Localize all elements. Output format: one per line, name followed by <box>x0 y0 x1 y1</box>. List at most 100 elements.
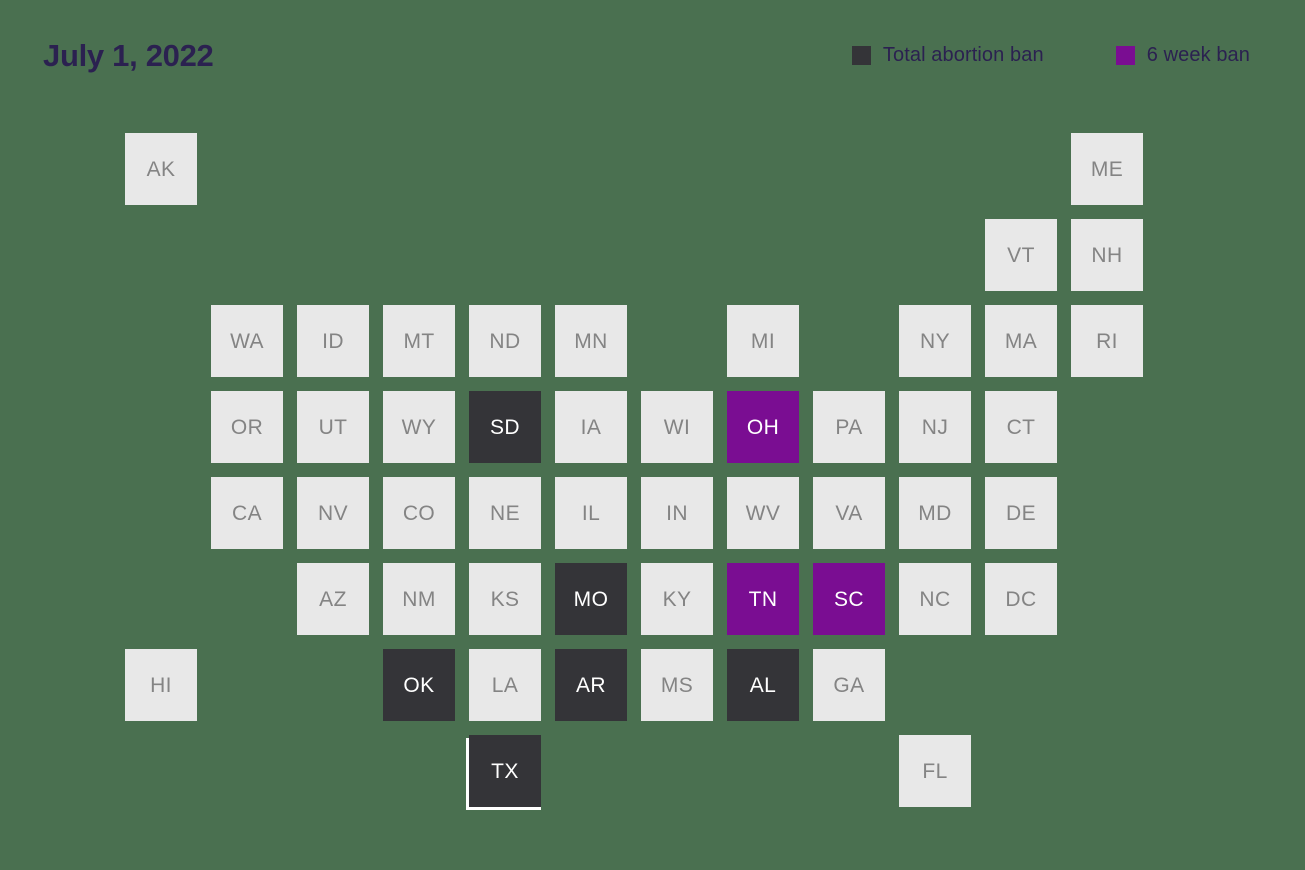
state-abbr-label: UT <box>318 415 348 439</box>
state-abbr-label: SD <box>490 415 520 439</box>
state-tile-oh[interactable]: OH <box>727 391 799 463</box>
state-abbr-label: MA <box>1004 329 1038 353</box>
state-tile-tn[interactable]: TN <box>727 563 799 635</box>
state-abbr-label: KY <box>662 587 692 611</box>
state-tile-nv[interactable]: NV <box>297 477 369 549</box>
state-tile-me[interactable]: ME <box>1071 133 1143 205</box>
state-abbr-label: KS <box>490 587 520 611</box>
state-abbr-label: MO <box>573 587 609 611</box>
state-tile-pa[interactable]: PA <box>813 391 885 463</box>
state-tile-nh[interactable]: NH <box>1071 219 1143 291</box>
state-abbr-label: ID <box>322 329 344 353</box>
state-abbr-label: NJ <box>921 415 949 439</box>
state-tile-va[interactable]: VA <box>813 477 885 549</box>
state-abbr-label: VA <box>835 501 863 525</box>
state-abbr-label: VT <box>1007 243 1035 267</box>
state-abbr-label: TX <box>491 759 519 783</box>
state-tile-nc[interactable]: NC <box>899 563 971 635</box>
state-tile-dc[interactable]: DC <box>985 563 1057 635</box>
state-tile-az[interactable]: AZ <box>297 563 369 635</box>
state-abbr-label: PA <box>835 415 863 439</box>
state-abbr-label: AK <box>146 157 176 181</box>
state-abbr-label: NE <box>490 501 520 525</box>
state-abbr-label: ME <box>1090 157 1124 181</box>
state-tile-ms[interactable]: MS <box>641 649 713 721</box>
state-abbr-label: NC <box>919 587 951 611</box>
state-tile-ky[interactable]: KY <box>641 563 713 635</box>
state-abbr-label: TN <box>748 587 778 611</box>
legend-item-total-ban[interactable]: Total abortion ban <box>851 44 1044 67</box>
state-abbr-label: AZ <box>319 587 347 611</box>
state-tile-ar[interactable]: AR <box>555 649 627 721</box>
state-abbr-label: MN <box>574 329 608 353</box>
state-tile-nm[interactable]: NM <box>383 563 455 635</box>
state-abbr-label: DC <box>1005 587 1037 611</box>
state-tile-fl[interactable]: FL <box>899 735 971 807</box>
state-tile-tx[interactable]: TX <box>469 735 541 807</box>
state-tile-hi[interactable]: HI <box>125 649 197 721</box>
state-tile-al[interactable]: AL <box>727 649 799 721</box>
state-tile-mi[interactable]: MI <box>727 305 799 377</box>
state-tile-de[interactable]: DE <box>985 477 1057 549</box>
state-tile-wy[interactable]: WY <box>383 391 455 463</box>
state-tile-mt[interactable]: MT <box>383 305 455 377</box>
state-tile-ny[interactable]: NY <box>899 305 971 377</box>
state-tile-mo[interactable]: MO <box>555 563 627 635</box>
state-tile-id[interactable]: ID <box>297 305 369 377</box>
state-abbr-label: NH <box>1091 243 1123 267</box>
state-tile-il[interactable]: IL <box>555 477 627 549</box>
state-abbr-label: IN <box>666 501 688 525</box>
state-tile-co[interactable]: CO <box>383 477 455 549</box>
state-tile-ak[interactable]: AK <box>125 133 197 205</box>
state-abbr-label: NY <box>920 329 950 353</box>
state-abbr-label: MI <box>750 329 776 353</box>
state-tile-ks[interactable]: KS <box>469 563 541 635</box>
state-abbr-label: ND <box>489 329 521 353</box>
state-abbr-label: SC <box>834 587 864 611</box>
state-tile-wa[interactable]: WA <box>211 305 283 377</box>
state-abbr-label: CT <box>1006 415 1036 439</box>
state-abbr-label: AR <box>576 673 606 697</box>
state-tile-md[interactable]: MD <box>899 477 971 549</box>
state-tile-in[interactable]: IN <box>641 477 713 549</box>
state-abbr-label: NV <box>318 501 348 525</box>
state-tile-nj[interactable]: NJ <box>899 391 971 463</box>
state-tile-la[interactable]: LA <box>469 649 541 721</box>
state-abbr-label: FL <box>922 759 948 783</box>
state-tile-sd[interactable]: SD <box>469 391 541 463</box>
state-tile-ca[interactable]: CA <box>211 477 283 549</box>
legend-item-six-week-ban[interactable]: 6 week ban <box>1115 44 1250 67</box>
state-abbr-label: IL <box>581 501 601 525</box>
state-tile-nd[interactable]: ND <box>469 305 541 377</box>
state-abbr-label: OR <box>230 415 264 439</box>
state-tile-sc[interactable]: SC <box>813 563 885 635</box>
state-abbr-label: WA <box>230 329 264 353</box>
state-tile-ma[interactable]: MA <box>985 305 1057 377</box>
state-abbr-label: GA <box>833 673 865 697</box>
state-abbr-label: WY <box>401 415 437 439</box>
state-tile-ok[interactable]: OK <box>383 649 455 721</box>
state-tile-wv[interactable]: WV <box>727 477 799 549</box>
state-tile-vt[interactable]: VT <box>985 219 1057 291</box>
legend-swatch-six-week-ban <box>1115 46 1135 65</box>
state-tile-ia[interactable]: IA <box>555 391 627 463</box>
state-tile-ri[interactable]: RI <box>1071 305 1143 377</box>
state-tile-ut[interactable]: UT <box>297 391 369 463</box>
state-abbr-label: MT <box>403 329 435 353</box>
state-tile-or[interactable]: OR <box>211 391 283 463</box>
state-abbr-label: AL <box>749 673 777 697</box>
legend-swatch-total-ban <box>851 46 871 65</box>
state-abbr-label: HI <box>150 673 172 697</box>
state-abbr-label: LA <box>491 673 519 697</box>
state-abbr-label: RI <box>1096 329 1118 353</box>
state-abbr-label: CO <box>402 501 436 525</box>
state-tile-mn[interactable]: MN <box>555 305 627 377</box>
state-abbr-label: NM <box>402 587 436 611</box>
legend-label-six-week-ban: 6 week ban <box>1146 44 1250 66</box>
state-tile-ga[interactable]: GA <box>813 649 885 721</box>
legend: Total abortion ban 6 week ban <box>851 44 1250 67</box>
state-tile-wi[interactable]: WI <box>641 391 713 463</box>
state-tile-ct[interactable]: CT <box>985 391 1057 463</box>
state-abbr-label: MS <box>660 673 694 697</box>
state-tile-ne[interactable]: NE <box>469 477 541 549</box>
